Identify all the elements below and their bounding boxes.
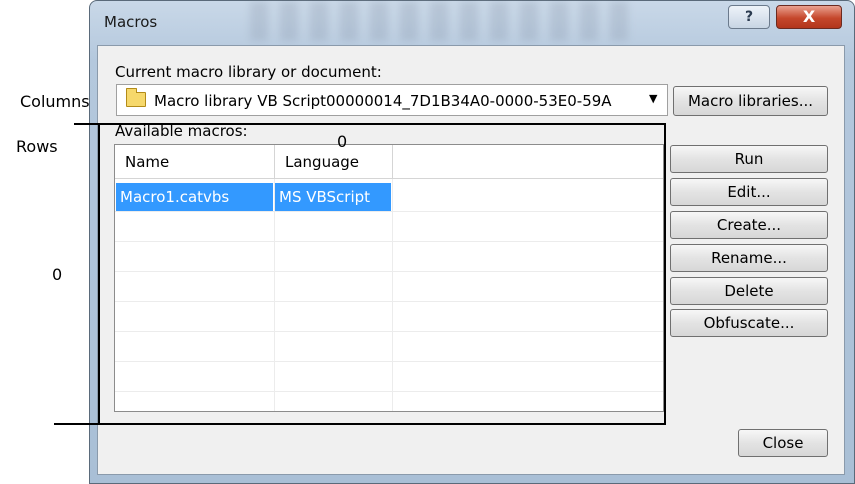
column-header-name[interactable]: Name [115, 145, 275, 179]
library-combobox[interactable]: Macro library VB Script00000014_7D1B34A0… [116, 84, 668, 116]
blurred-background [250, 1, 630, 41]
table-row [115, 361, 663, 392]
columns-annotation: Columns [20, 92, 90, 111]
column-header-language[interactable]: Language [275, 145, 393, 179]
macro-libraries-button[interactable]: Macro libraries... [673, 86, 828, 116]
delete-button[interactable]: Delete [670, 277, 828, 305]
help-button[interactable]: ? [728, 5, 770, 29]
macros-list[interactable]: Name Language Macro1.catvbs MS VBScript [114, 144, 664, 412]
columns-count-annotation: 0 [337, 132, 348, 151]
library-label: Current macro library or document: [115, 63, 382, 81]
table-row [115, 211, 663, 242]
rows-count-annotation: 0 [52, 265, 63, 284]
table-row [115, 241, 663, 272]
close-button[interactable]: Close [738, 429, 828, 457]
obfuscate-button[interactable]: Obfuscate... [670, 309, 828, 337]
create-button[interactable]: Create... [670, 211, 828, 239]
run-button[interactable]: Run [670, 145, 828, 173]
table-row [115, 391, 663, 411]
window-title: Macros [104, 13, 158, 31]
window-close-button[interactable]: X [776, 5, 842, 29]
macro-language-cell[interactable]: MS VBScript [275, 183, 391, 211]
annotation-line-left [98, 123, 100, 425]
rename-button[interactable]: Rename... [670, 244, 828, 272]
annotation-line-right [664, 123, 666, 425]
edit-button[interactable]: Edit... [670, 178, 828, 206]
list-header: Name Language [115, 145, 663, 179]
rows-annotation: Rows [16, 137, 58, 156]
library-selected-value: Macro library VB Script00000014_7D1B34A0… [154, 92, 612, 110]
chevron-down-icon[interactable]: ▼ [649, 92, 657, 105]
annotation-line-bottom [54, 423, 666, 425]
macro-name-cell[interactable]: Macro1.catvbs [116, 183, 273, 211]
title-bar[interactable]: Macros ? X [90, 1, 854, 45]
annotation-line-top [74, 123, 666, 125]
folder-icon [126, 88, 146, 107]
table-row [115, 331, 663, 362]
table-row [115, 271, 663, 302]
table-row [115, 301, 663, 332]
